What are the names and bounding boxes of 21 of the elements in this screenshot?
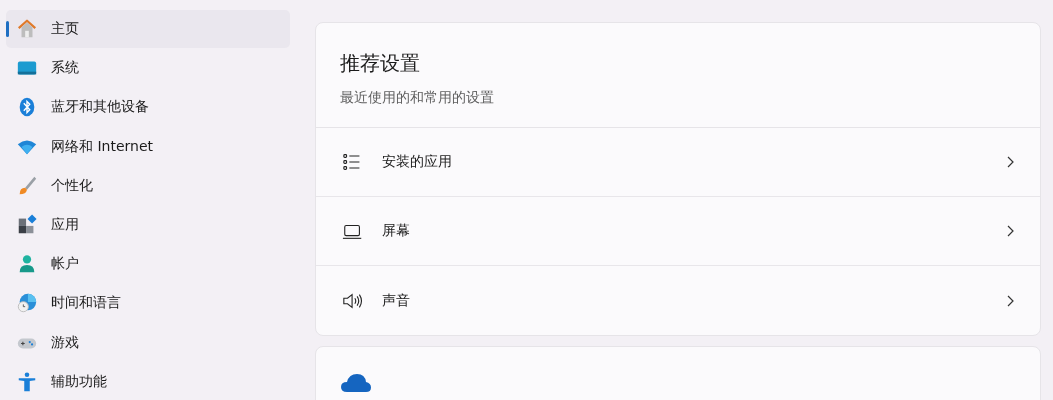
selection-indicator (6, 21, 9, 37)
sidebar-item[interactable]: 应用 (6, 205, 290, 244)
clock-globe-icon (16, 292, 38, 315)
cloud-icon (340, 371, 372, 393)
accessibility-icon (16, 370, 38, 393)
sidebar-item[interactable]: 蓝牙和其他设备 (6, 88, 290, 127)
section-subtitle: 最近使用的和常用的设置 (340, 89, 495, 107)
apps-icon (16, 213, 38, 236)
sidebar-item[interactable]: 个性化 (6, 166, 290, 205)
section-title: 推荐设置 (340, 50, 421, 77)
sidebar-item[interactable]: 网络和 Internet (6, 127, 290, 166)
settings-row[interactable]: 安装的应用 (316, 128, 1040, 197)
settings-row[interactable]: 声音 (316, 266, 1040, 335)
settings-row[interactable]: 屏幕 (316, 197, 1040, 266)
sidebar-item[interactable]: 系统 (6, 49, 290, 88)
sidebar-item[interactable]: 游戏 (6, 323, 290, 362)
sidebar-item[interactable]: 辅助功能 (6, 362, 290, 400)
sidebar-item[interactable]: 时间和语言 (6, 284, 290, 323)
sidebar-item[interactable]: 帐户 (6, 245, 290, 284)
home-icon (16, 18, 38, 40)
sidebar-item[interactable]: 主页 (6, 10, 290, 48)
